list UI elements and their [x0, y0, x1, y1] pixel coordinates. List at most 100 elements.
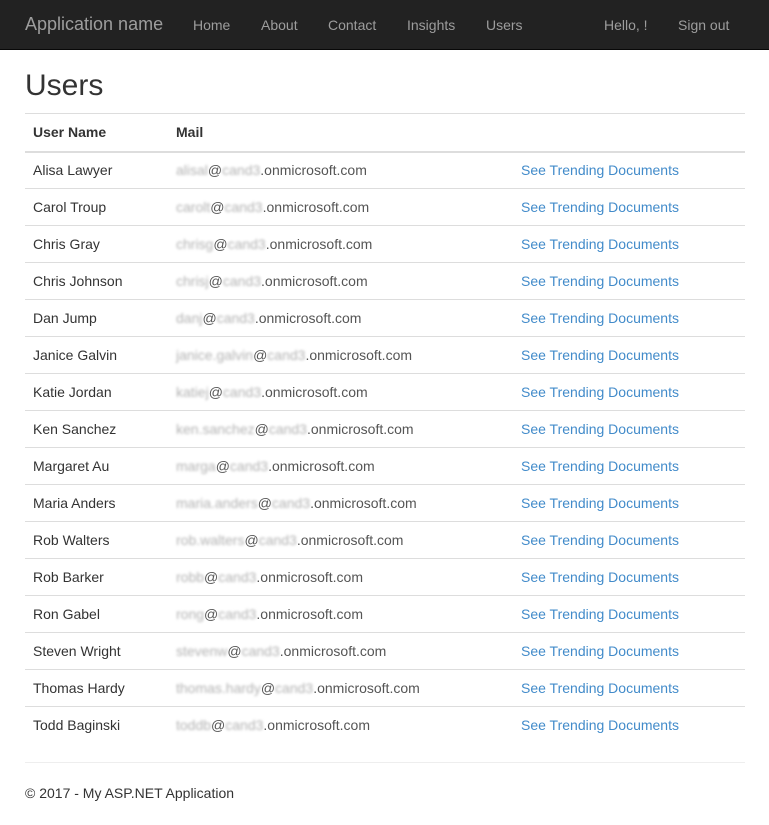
- mail-user-redacted: thomas.hardy: [176, 680, 261, 696]
- user-name-cell: Ron Gabel: [25, 595, 168, 633]
- see-trending-documents-link[interactable]: See Trending Documents: [521, 310, 679, 326]
- trending-cell: See Trending Documents: [513, 410, 745, 448]
- trending-cell: See Trending Documents: [513, 225, 745, 263]
- footer-copyright: © 2017 - My ASP.NET Application: [25, 785, 235, 801]
- mail-at-sign: @: [204, 569, 219, 585]
- table-row: Ken Sanchez ken.sanchez@cand3.onmicrosoft…: [25, 410, 745, 448]
- see-trending-documents-link[interactable]: See Trending Documents: [521, 643, 679, 659]
- mail-user-redacted: marga: [176, 458, 216, 474]
- mail-domain: .onmicrosoft.com: [260, 162, 367, 179]
- nav-contact[interactable]: Contact: [328, 17, 376, 33]
- mail-tenant-redacted: cand3: [218, 606, 257, 622]
- users-table: User Name Mail Alisa Lawyer alisal@cand3.…: [25, 113, 745, 744]
- table-row: Rob Walters rob.walters@cand3.onmicrosoft…: [25, 521, 745, 559]
- see-trending-documents-link[interactable]: See Trending Documents: [521, 347, 679, 363]
- sign-out-link[interactable]: Sign out: [678, 17, 729, 33]
- see-trending-documents-link[interactable]: See Trending Documents: [521, 569, 679, 585]
- see-trending-documents-link[interactable]: See Trending Documents: [521, 495, 679, 511]
- see-trending-documents-link[interactable]: See Trending Documents: [521, 458, 679, 474]
- user-name-cell: Carol Troup: [25, 188, 168, 226]
- user-mail-cell: katiej@cand3.onmicrosoft.com: [168, 373, 513, 411]
- top-navbar: Application name Home About Contact Insi…: [0, 0, 769, 50]
- mail-user-redacted: maria.anders: [176, 495, 258, 511]
- mail-tenant-redacted: cand3: [222, 273, 262, 289]
- mail-domain: .onmicrosoft.com: [296, 532, 404, 548]
- nav-about[interactable]: About: [261, 17, 298, 33]
- mail-tenant-redacted: cand3: [225, 717, 264, 734]
- nav-users[interactable]: Users: [486, 17, 523, 33]
- see-trending-documents-link[interactable]: See Trending Documents: [521, 199, 679, 215]
- see-trending-documents-link[interactable]: See Trending Documents: [521, 532, 679, 548]
- user-name-cell: Dan Jump: [25, 299, 168, 337]
- user-mail-cell: toddb@cand3.onmicrosoft.com: [168, 706, 513, 744]
- nav-insights[interactable]: Insights: [407, 17, 455, 33]
- trending-cell: See Trending Documents: [513, 188, 745, 226]
- table-row: Dan Jump danj@cand3.onmicrosoft.com See Tr…: [25, 299, 745, 337]
- user-mail-cell: carolt@cand3.onmicrosoft.com: [168, 188, 513, 226]
- mail-domain: .onmicrosoft.com: [262, 199, 370, 215]
- mail-tenant-redacted: cand3: [267, 347, 306, 363]
- see-trending-documents-link[interactable]: See Trending Documents: [521, 273, 679, 289]
- trending-cell: See Trending Documents: [513, 706, 745, 744]
- trending-cell: See Trending Documents: [513, 262, 745, 300]
- mail-domain: .onmicrosoft.com: [305, 347, 413, 363]
- table-row: Janice Galvin janice.galvin@cand3.onmicro…: [25, 336, 745, 374]
- mail-user-redacted: stevenw: [176, 643, 228, 659]
- mail-tenant-redacted: cand3: [218, 569, 257, 585]
- user-name-cell: Chris Gray: [25, 225, 168, 263]
- see-trending-documents-link[interactable]: See Trending Documents: [521, 680, 679, 696]
- user-name-cell: Maria Anders: [25, 484, 168, 522]
- mail-at-sign: @: [257, 495, 272, 511]
- mail-domain: .onmicrosoft.com: [310, 495, 417, 511]
- see-trending-documents-link[interactable]: See Trending Documents: [521, 421, 679, 437]
- mail-tenant-redacted: cand3: [222, 384, 262, 400]
- mail-user-redacted: rong: [176, 606, 205, 622]
- brand-link[interactable]: Application name: [25, 14, 163, 35]
- user-greeting[interactable]: Hello, !: [604, 17, 648, 33]
- mail-at-sign: @: [215, 458, 230, 474]
- user-mail-cell: janice.galvin@cand3.onmicrosoft.com: [168, 336, 513, 374]
- mail-tenant-redacted: cand3: [241, 643, 280, 659]
- mail-user-redacted: rob.walters: [176, 532, 245, 548]
- mail-user-redacted: ken.sanchez: [176, 421, 255, 437]
- table-row: Steven Wright stevenw@cand3.onmicrosoft.c…: [25, 632, 745, 670]
- user-mail-cell: danj@cand3.onmicrosoft.com: [168, 299, 513, 337]
- mail-tenant-redacted: cand3: [275, 680, 314, 696]
- table-header-row: User Name Mail: [25, 113, 745, 153]
- see-trending-documents-link[interactable]: See Trending Documents: [521, 717, 679, 733]
- see-trending-documents-link[interactable]: See Trending Documents: [521, 162, 679, 178]
- table-row: Todd Baginski toddb@cand3.onmicrosoft.com…: [25, 706, 745, 744]
- mail-domain: .onmicrosoft.com: [256, 569, 363, 585]
- trending-cell: See Trending Documents: [513, 484, 745, 522]
- user-mail-cell: ken.sanchez@cand3.onmicrosoft.com: [168, 410, 513, 448]
- mail-at-sign: @: [254, 421, 269, 437]
- header-mail: Mail: [168, 113, 513, 153]
- user-name-cell: Thomas Hardy: [25, 669, 168, 707]
- trending-cell: See Trending Documents: [513, 669, 745, 707]
- nav-home[interactable]: Home: [193, 17, 230, 33]
- table-row: Chris Johnson chrisj@cand3.onmicrosoft.co…: [25, 262, 745, 300]
- mail-at-sign: @: [253, 347, 268, 363]
- see-trending-documents-link[interactable]: See Trending Documents: [521, 236, 679, 252]
- table-row: Thomas Hardy thomas.hardy@cand3.onmicroso…: [25, 669, 745, 707]
- mail-tenant-redacted: cand3: [222, 162, 261, 179]
- trending-cell: See Trending Documents: [513, 152, 745, 189]
- see-trending-documents-link[interactable]: See Trending Documents: [521, 384, 679, 400]
- user-mail-cell: rob.walters@cand3.onmicrosoft.com: [168, 521, 513, 559]
- see-trending-documents-link[interactable]: See Trending Documents: [521, 606, 679, 622]
- mail-domain: .onmicrosoft.com: [256, 606, 363, 622]
- mail-at-sign: @: [244, 532, 259, 548]
- table-row: Chris Gray chrisg@cand3.onmicrosoft.com Se…: [25, 225, 745, 263]
- mail-tenant-redacted: cand3: [229, 458, 269, 474]
- mail-user-redacted: chrisj: [176, 273, 209, 289]
- table-row: Margaret Au marga@cand3.onmicrosoft.com Se…: [25, 447, 745, 485]
- mail-user-redacted: chrisg: [176, 236, 214, 252]
- mail-at-sign: @: [207, 162, 223, 179]
- page-title: Users: [25, 69, 104, 102]
- mail-tenant-redacted: cand3: [258, 532, 297, 548]
- user-mail-cell: stevenw@cand3.onmicrosoft.com: [168, 632, 513, 670]
- user-name-cell: Ken Sanchez: [25, 410, 168, 448]
- mail-at-sign: @: [204, 606, 219, 622]
- user-name-cell: Alisa Lawyer: [33, 162, 113, 179]
- mail-at-sign: @: [213, 236, 228, 252]
